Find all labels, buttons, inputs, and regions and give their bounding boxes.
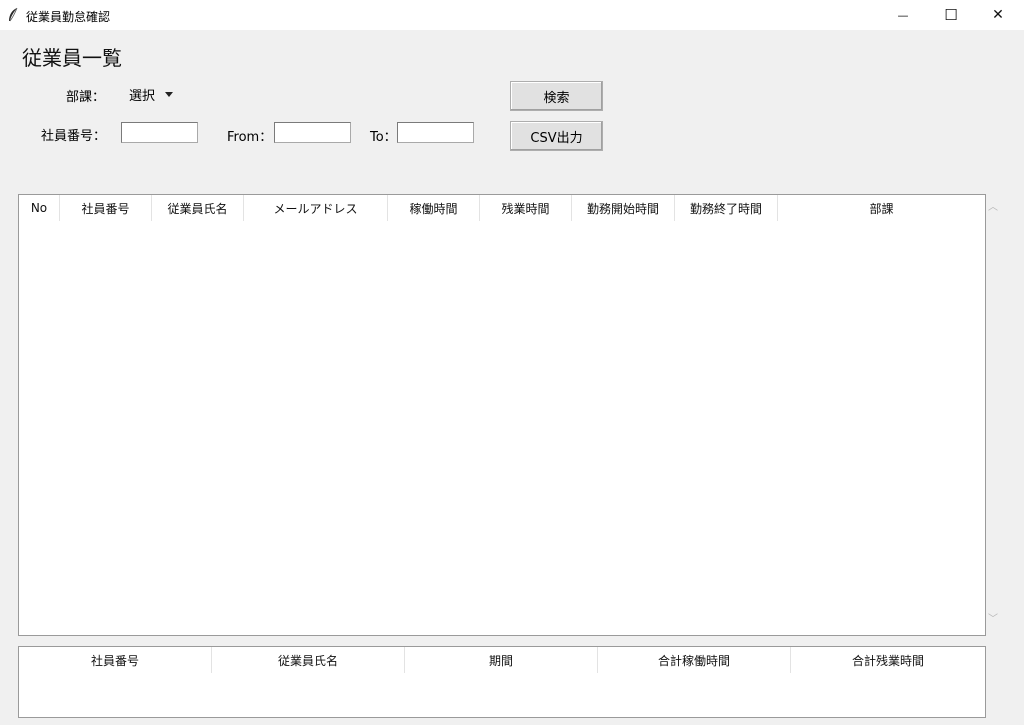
feather-icon	[7, 7, 19, 23]
summary-header-period[interactable]: 期間	[405, 647, 598, 673]
dept-label: 部課：	[66, 90, 106, 105]
scroll-up-icon[interactable]: ︿	[986, 198, 1000, 213]
from-date-input[interactable]	[274, 122, 351, 143]
csv-export-button[interactable]: CSV出力	[510, 121, 603, 151]
employee-id-input[interactable]	[121, 122, 198, 143]
column-header-end-time[interactable]: 勤務終了時間	[675, 195, 778, 221]
page-title: 従業員一覧	[22, 46, 122, 70]
summary-header-total-overtime-hours[interactable]: 合計残業時間	[791, 647, 985, 673]
column-header-employee-id[interactable]: 社員番号	[60, 195, 152, 221]
minimize-button[interactable]: —	[880, 0, 926, 30]
column-header-no[interactable]: No	[19, 195, 60, 221]
column-header-overtime-hours[interactable]: 残業時間	[480, 195, 572, 221]
window-title: 従業員勤怠確認	[26, 10, 111, 24]
column-header-start-time[interactable]: 勤務開始時間	[572, 195, 675, 221]
summary-table[interactable]: 社員番号 従業員氏名 期間 合計稼働時間 合計残業時間	[18, 646, 986, 718]
minimize-icon: —	[897, 8, 909, 22]
scroll-down-icon[interactable]: ﹀	[986, 610, 1000, 625]
chevron-down-icon	[165, 91, 174, 97]
dept-select-value: 選択	[129, 88, 156, 104]
employee-table[interactable]: No 社員番号 従業員氏名 メールアドレス 稼働時間 残業時間 勤務開始時間 勤…	[18, 194, 986, 636]
maximize-icon: ☐	[944, 6, 958, 24]
close-button[interactable]: ✕	[975, 0, 1021, 30]
maximize-button[interactable]: ☐	[928, 0, 974, 30]
column-header-email[interactable]: メールアドレス	[244, 195, 388, 221]
employee-table-header: No 社員番号 従業員氏名 メールアドレス 稼働時間 残業時間 勤務開始時間 勤…	[19, 195, 985, 221]
dept-select[interactable]: 選択	[124, 84, 184, 104]
summary-header-total-work-hours[interactable]: 合計稼働時間	[598, 647, 791, 673]
to-label: To：	[370, 130, 397, 145]
from-label: From：	[227, 130, 273, 145]
column-header-department[interactable]: 部課	[778, 195, 985, 221]
summary-table-header: 社員番号 従業員氏名 期間 合計稼働時間 合計残業時間	[19, 647, 985, 673]
column-header-work-hours[interactable]: 稼働時間	[388, 195, 480, 221]
employee-id-label: 社員番号：	[41, 129, 107, 144]
column-header-employee-name[interactable]: 従業員氏名	[152, 195, 244, 221]
summary-header-employee-name[interactable]: 従業員氏名	[212, 647, 405, 673]
to-date-input[interactable]	[397, 122, 474, 143]
summary-header-employee-id[interactable]: 社員番号	[19, 647, 212, 673]
search-button[interactable]: 検索	[510, 81, 603, 111]
close-icon: ✕	[992, 7, 1004, 23]
app-window: 従業員勤怠確認 — ☐ ✕ 従業員一覧 部課： 選択 社員番号： From： T…	[0, 0, 1024, 725]
title-bar: 従業員勤怠確認 — ☐ ✕	[0, 0, 1024, 30]
